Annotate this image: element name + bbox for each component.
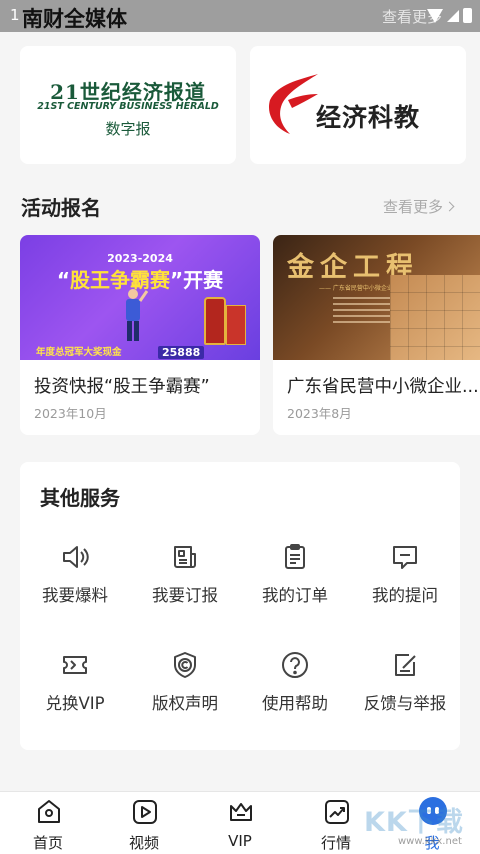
event-card[interactable]: 2023-2024 “股王争霸赛”开赛 年度总冠军大奖现金 25888 投资快报…	[20, 235, 260, 435]
watermark-url: www.kkx.net	[398, 836, 462, 847]
service-copyright[interactable]: 版权声明	[130, 650, 240, 740]
event-banner: 金企工程 —— 广东省民营中小微企业发展情况调查 ——	[273, 235, 480, 360]
brand-logo-icon	[268, 74, 318, 134]
banner-prize-label: 年度总冠军大奖现金	[36, 347, 122, 358]
newspaper-icon	[174, 546, 196, 568]
service-feedback[interactable]: 反馈与举报	[350, 650, 460, 740]
edit-icon	[395, 654, 416, 676]
more-label: 查看更多	[383, 198, 444, 216]
brand-name: 经济科教	[316, 103, 421, 132]
tab-label: 视频	[128, 834, 159, 852]
gift-box-icon	[226, 305, 246, 345]
speaker-icon	[63, 546, 89, 568]
status-time: 1	[10, 6, 20, 24]
crown-icon	[230, 803, 252, 821]
status-icons	[427, 8, 472, 23]
battery-icon	[463, 8, 472, 23]
event-banner: 2023-2024 “股王争霸赛”开赛 年度总冠军大奖现金 25888	[20, 235, 260, 360]
services-title: 其他服务	[40, 486, 120, 510]
brand-card-economy-science[interactable]: 经济科教	[250, 46, 466, 164]
service-label: 我要订报	[152, 586, 218, 605]
brand-subtitle: 数字报	[105, 120, 151, 138]
events-section-title: 活动报名	[21, 196, 101, 220]
chevron-right-icon	[444, 201, 455, 212]
brand-name-en: 21ST CENTURY BUSINESS HERALD	[37, 101, 219, 112]
service-report-tip[interactable]: 我要爆料	[20, 542, 130, 632]
tab-video[interactable]: 视频	[96, 792, 192, 854]
service-subscribe[interactable]: 我要订报	[130, 542, 240, 632]
video-icon	[133, 800, 157, 824]
events-more-link[interactable]: 查看更多	[383, 196, 455, 217]
wood-blocks-graphic	[390, 275, 480, 360]
ticket-icon	[63, 656, 87, 674]
tab-home[interactable]: 首页	[0, 792, 96, 854]
help-icon	[282, 652, 308, 678]
service-label: 使用帮助	[262, 694, 328, 713]
chat-icon	[393, 546, 417, 569]
brand-card-21st-century[interactable]: 21世纪经济报道 21ST CENTURY BUSINESS HERALD 数字…	[20, 46, 236, 164]
event-title: 投资快报“股王争霸赛”	[34, 377, 210, 397]
watermark-text: KK下载	[364, 807, 464, 838]
banner-prize-amount: 25888	[158, 346, 205, 359]
event-date: 2023年8月	[287, 406, 352, 421]
copyright-shield-icon	[174, 652, 196, 678]
service-orders[interactable]: 我的订单	[240, 542, 350, 632]
signal-icon	[447, 9, 459, 22]
app-name: 南财全媒体	[22, 7, 127, 31]
tab-label: 首页	[32, 834, 63, 852]
event-card[interactable]: 金企工程 —— 广东省民营中小微企业发展情况调查 —— 广东省民营中小微企业..…	[273, 235, 480, 435]
service-label: 我的订单	[262, 586, 328, 605]
service-label: 版权声明	[152, 694, 218, 713]
wifi-icon	[427, 8, 443, 23]
service-redeem-vip[interactable]: 兑换VIP	[20, 650, 130, 740]
liquor-bottle-icon	[204, 297, 226, 345]
status-bar: 1 南财全媒体 查看更多	[0, 0, 480, 32]
tab-vip[interactable]: VIP	[192, 792, 288, 854]
event-date: 2023年10月	[34, 406, 107, 421]
service-label: 我要爆料	[42, 586, 108, 605]
event-title: 广东省民营中小微企业...	[287, 377, 479, 397]
service-questions[interactable]: 我的提问	[350, 542, 460, 632]
tab-label: VIP	[228, 832, 252, 850]
service-label: 反馈与举报	[363, 694, 447, 713]
clipboard-icon	[285, 544, 305, 569]
home-icon	[38, 800, 60, 823]
service-label: 我的提问	[372, 586, 438, 605]
trend-icon	[325, 800, 349, 824]
service-label: 兑换VIP	[45, 694, 105, 713]
service-help[interactable]: 使用帮助	[240, 650, 350, 740]
services-card: 其他服务 我要爆料 我要订报 我的订单 我的提问 兑换VIP 版权声明 使用帮助…	[20, 462, 460, 750]
trophy-figure-icon	[126, 289, 148, 341]
